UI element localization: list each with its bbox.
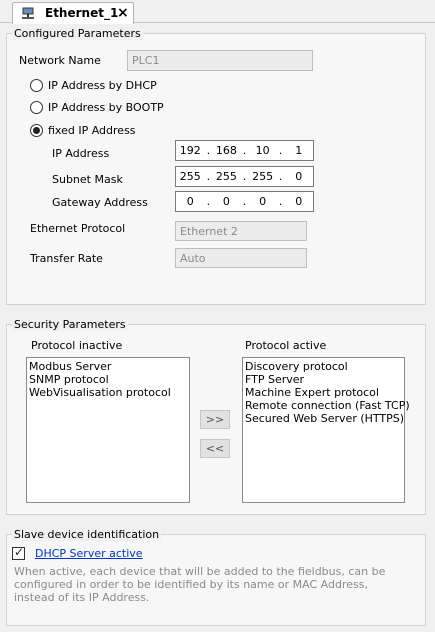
network-device-icon bbox=[21, 7, 35, 20]
remove-protocol-button[interactable]: << bbox=[200, 439, 230, 458]
add-protocol-button[interactable]: >> bbox=[200, 410, 230, 429]
list-item[interactable]: Remote connection (Fast TCP) bbox=[245, 399, 410, 412]
radio-fixed-ip-label: fixed IP Address bbox=[48, 124, 136, 137]
gateway-octet-2[interactable]: 0 bbox=[212, 195, 241, 208]
list-item[interactable]: Discovery protocol bbox=[245, 360, 402, 373]
subnet-octet-2[interactable]: 255 bbox=[212, 170, 241, 183]
radio-ip-dhcp-label: IP Address by DHCP bbox=[48, 79, 157, 92]
slave-identification-title: Slave device identification bbox=[12, 528, 162, 541]
gateway-address-label: Gateway Address bbox=[52, 196, 148, 209]
radio-fixed-ip[interactable] bbox=[30, 124, 43, 137]
dhcp-server-link[interactable]: DHCP Server active bbox=[35, 547, 143, 560]
network-name-field: PLC1 bbox=[127, 50, 313, 71]
subnet-octet-3[interactable]: 255 bbox=[248, 170, 277, 183]
protocol-active-label: Protocol active bbox=[245, 339, 327, 352]
protocol-inactive-list[interactable]: Modbus Server SNMP protocol WebVisualisa… bbox=[26, 357, 190, 503]
tab-title: Ethernet_1 bbox=[45, 6, 119, 20]
subnet-octet-1[interactable]: 255 bbox=[176, 170, 205, 183]
list-item[interactable]: WebVisualisation protocol bbox=[29, 386, 187, 399]
list-item[interactable]: SNMP protocol bbox=[29, 373, 187, 386]
list-item[interactable]: Modbus Server bbox=[29, 360, 187, 373]
subnet-mask-label: Subnet Mask bbox=[52, 173, 123, 186]
close-icon[interactable]: × bbox=[117, 4, 129, 22]
ethernet-protocol-label: Ethernet Protocol bbox=[30, 222, 126, 235]
ip-address-input[interactable]: 192. 168. 10. 1 bbox=[175, 140, 314, 161]
ip-octet-3[interactable]: 10 bbox=[248, 144, 277, 157]
ip-octet-4[interactable]: 1 bbox=[284, 144, 313, 157]
transfer-rate-label: Transfer Rate bbox=[30, 252, 103, 265]
radio-ip-bootp-label: IP Address by BOOTP bbox=[48, 101, 164, 114]
gateway-octet-3[interactable]: 0 bbox=[248, 195, 277, 208]
radio-ip-dhcp[interactable] bbox=[30, 79, 43, 92]
radio-ip-bootp[interactable] bbox=[30, 101, 43, 114]
list-item[interactable]: Secured Web Server (HTTPS) bbox=[245, 412, 404, 425]
subnet-octet-4[interactable]: 0 bbox=[284, 170, 313, 183]
protocol-inactive-label: Protocol inactive bbox=[31, 339, 123, 352]
gateway-octet-1[interactable]: 0 bbox=[176, 195, 205, 208]
transfer-rate-field: Auto bbox=[175, 248, 307, 268]
ip-octet-1[interactable]: 192 bbox=[176, 144, 205, 157]
tab-ethernet-1[interactable]: Ethernet_1 × bbox=[12, 2, 134, 24]
security-parameters-title: Security Parameters bbox=[12, 318, 128, 331]
dhcp-server-checkbox[interactable] bbox=[12, 545, 25, 560]
ip-address-label: IP Address bbox=[52, 147, 110, 160]
configured-parameters-title: Configured Parameters bbox=[12, 27, 143, 40]
ethernet-protocol-field: Ethernet 2 bbox=[175, 221, 307, 241]
subnet-mask-input[interactable]: 255. 255. 255. 0 bbox=[175, 166, 314, 187]
list-item[interactable]: FTP Server bbox=[245, 373, 402, 386]
protocol-active-list[interactable]: Discovery protocol FTP Server Machine Ex… bbox=[242, 357, 410, 503]
ip-octet-2[interactable]: 168 bbox=[212, 144, 241, 157]
dhcp-server-description: When active, each device that will be ad… bbox=[14, 565, 386, 604]
gateway-address-input[interactable]: 0. 0. 0. 0 bbox=[175, 191, 314, 212]
network-name-label: Network Name bbox=[19, 54, 101, 67]
gateway-octet-4[interactable]: 0 bbox=[284, 195, 313, 208]
list-item[interactable]: Machine Expert protocol bbox=[245, 386, 402, 399]
